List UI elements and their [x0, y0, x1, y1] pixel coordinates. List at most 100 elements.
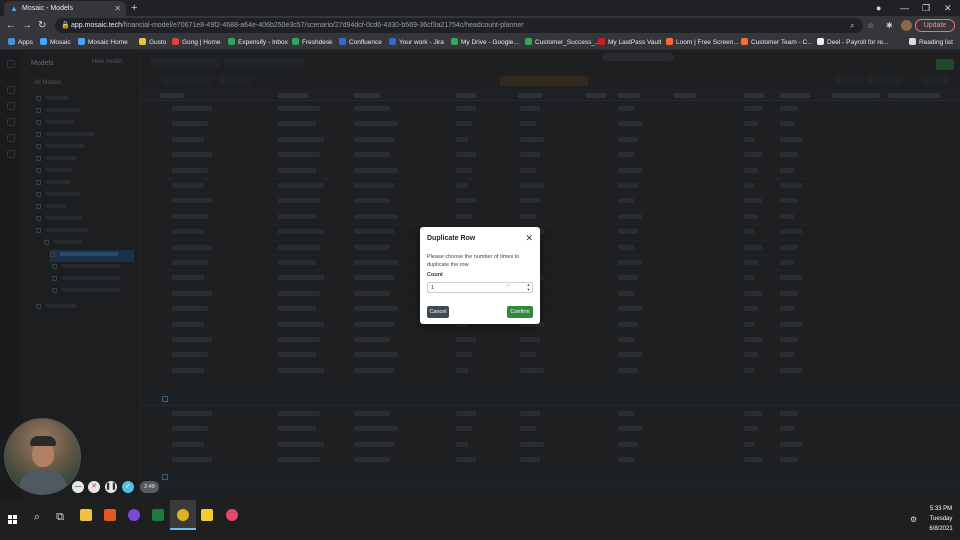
bookmark-item[interactable]: Mosaic	[40, 35, 71, 50]
clock-day: Tuesday	[929, 516, 953, 522]
confirm-button[interactable]: Confirm	[507, 306, 533, 318]
office-icon[interactable]	[104, 509, 116, 521]
url-path: /financial-model/e70671e8-49f2-4688-a64e…	[121, 22, 524, 29]
sticky-notes-icon[interactable]	[201, 509, 213, 521]
bookmark-star-icon[interactable]: ☆	[867, 18, 874, 33]
bookmark-favicon-icon	[741, 38, 748, 45]
bookmark-item[interactable]: Your work - Jira	[389, 35, 444, 50]
back-icon[interactable]: ←	[6, 18, 16, 33]
bookmark-label: Gusto	[149, 39, 167, 46]
mosaic-favicon-icon: ▲	[10, 4, 18, 13]
bookmark-favicon-icon	[817, 38, 824, 45]
file-explorer-icon[interactable]	[80, 509, 92, 521]
bookmark-label: Loom | Free Screen...	[676, 39, 739, 46]
clock-date: 6/8/2021	[929, 526, 953, 532]
dialog-description: Please choose the number of times to dup…	[427, 254, 520, 268]
bookmark-favicon-icon	[525, 38, 532, 45]
bookmark-label: Gong | Home	[182, 39, 221, 46]
bookmark-item[interactable]: Gong | Home	[172, 35, 221, 50]
bookmark-label: Expensify - Inbox	[238, 39, 288, 46]
bookmark-label: Reading list	[919, 39, 953, 46]
bookmark-item[interactable]: Confluence	[339, 35, 382, 50]
restore-icon[interactable]: ❐	[922, 1, 930, 15]
bookmark-favicon-icon	[292, 38, 299, 45]
bookmark-label: Deel - Payroll for re...	[827, 39, 889, 46]
bookmark-item[interactable]: Freshdesk	[292, 35, 332, 50]
taskbar-clock[interactable]: 5:33 PM Tuesday 6/8/2021	[924, 504, 958, 534]
windows-taskbar: ⌕ ⧉ ⚙ 5:33 PM Tuesday 6/8/2021	[0, 500, 960, 540]
bookmark-favicon-icon	[389, 38, 396, 45]
bookmark-label: Apps	[18, 39, 33, 46]
bookmark-label: Your work - Jira	[399, 39, 444, 46]
bookmark-label: Customer Team - C...	[751, 39, 813, 46]
bookmark-label: My LastPass Vault	[608, 39, 662, 46]
count-label: Count	[427, 272, 443, 278]
bookmark-item[interactable]: Customer_Success_...	[525, 35, 600, 50]
minimize-icon[interactable]: —	[900, 1, 909, 15]
count-input[interactable]	[427, 282, 533, 293]
recorder-minimize-icon[interactable]: —	[72, 481, 84, 493]
close-icon[interactable]: ✕	[525, 233, 533, 244]
search-icon[interactable]: ⌕	[850, 18, 854, 33]
clock-time: 5:33 PM	[929, 506, 953, 512]
windows-start-icon[interactable]	[8, 515, 17, 524]
bookmark-item[interactable]: My Drive - Google...	[451, 35, 519, 50]
count-stepper[interactable]: ▲ ▼	[525, 282, 532, 292]
tab-title: Mosaic - Models	[22, 5, 73, 12]
webcam-person-body	[19, 469, 67, 494]
profile-avatar[interactable]	[901, 20, 912, 31]
bookmark-label: Mosaic Home	[88, 39, 128, 46]
bookmark-item[interactable]: Deel - Payroll for re...	[817, 35, 888, 50]
bookmark-item[interactable]: Gusto	[139, 35, 166, 50]
recorder-cancel-icon[interactable]: ✕	[88, 481, 100, 493]
url-host: app.mosaic.tech	[71, 22, 122, 29]
webcam-person-hat	[30, 436, 56, 446]
record-icon[interactable]: ●	[876, 1, 881, 15]
update-button[interactable]: Update	[915, 19, 955, 32]
bookmark-item[interactable]: Mosaic Home	[78, 35, 128, 50]
lock-icon: 🔒	[61, 22, 70, 29]
bookmark-item[interactable]: Customer Team - C...	[741, 35, 813, 50]
bookmark-item[interactable]: Loom | Free Screen...	[666, 35, 739, 50]
bookmark-label: Freshdesk	[302, 39, 333, 46]
bookmark-favicon-icon	[451, 38, 458, 45]
task-view-icon[interactable]: ⧉	[53, 510, 67, 524]
recorder-done-icon[interactable]: ✓	[122, 481, 134, 493]
bookmark-favicon-icon	[909, 38, 916, 45]
forward-icon[interactable]: →	[22, 18, 32, 33]
slack-icon[interactable]	[226, 509, 238, 521]
duplicate-row-dialog: Duplicate Row ✕ Please choose the number…	[420, 227, 540, 324]
browser-tab-bar: ▲ Mosaic - Models ✕ + ● — ❐ ✕	[0, 0, 960, 16]
tray-network-icon[interactable]: ⚙	[910, 515, 917, 524]
chrome-icon[interactable]	[177, 509, 189, 521]
recorder-time: 2:49	[140, 481, 159, 493]
dialog-title: Duplicate Row	[427, 235, 476, 242]
app-drop-icon[interactable]	[128, 509, 140, 521]
bookmark-favicon-icon	[172, 38, 179, 45]
extensions-icon[interactable]: ✱	[886, 18, 893, 33]
bookmark-favicon-icon	[339, 38, 346, 45]
new-tab-icon[interactable]: +	[131, 1, 137, 15]
reload-icon[interactable]: ↻	[38, 18, 46, 33]
cancel-button[interactable]: Cancel	[427, 306, 449, 318]
url-input[interactable]: 🔒 app.mosaic.tech/financial-model/e70671…	[55, 18, 863, 33]
bookmark-label: My Drive - Google...	[461, 39, 519, 46]
bookmark-item[interactable]: Expensify - Inbox	[228, 35, 288, 50]
browser-tab-active[interactable]: ▲ Mosaic - Models ✕	[4, 1, 126, 16]
close-window-icon[interactable]: ✕	[944, 1, 952, 15]
bookmark-favicon-icon	[8, 38, 15, 45]
bookmark-favicon-icon	[598, 38, 605, 45]
bookmark-item[interactable]: Apps	[8, 35, 33, 50]
bookmarks-bar: Apps Mosaic Mosaic Home Gusto Gong | Home Exp…	[0, 35, 960, 50]
webcam-bubble[interactable]	[4, 418, 81, 495]
bookmark-favicon-icon	[139, 38, 146, 45]
bookmark-favicon-icon	[666, 38, 673, 45]
recorder-pause-icon[interactable]: ❚❚	[105, 481, 117, 493]
excel-icon[interactable]	[152, 509, 164, 521]
bookmark-label: Customer_Success_...	[535, 39, 601, 46]
bookmark-item[interactable]: Reading list	[909, 35, 953, 50]
tab-close-icon[interactable]: ✕	[114, 1, 121, 16]
search-taskbar-icon[interactable]: ⌕	[30, 510, 44, 524]
bookmark-item[interactable]: My LastPass Vault	[598, 35, 661, 50]
bookmark-favicon-icon	[78, 38, 85, 45]
